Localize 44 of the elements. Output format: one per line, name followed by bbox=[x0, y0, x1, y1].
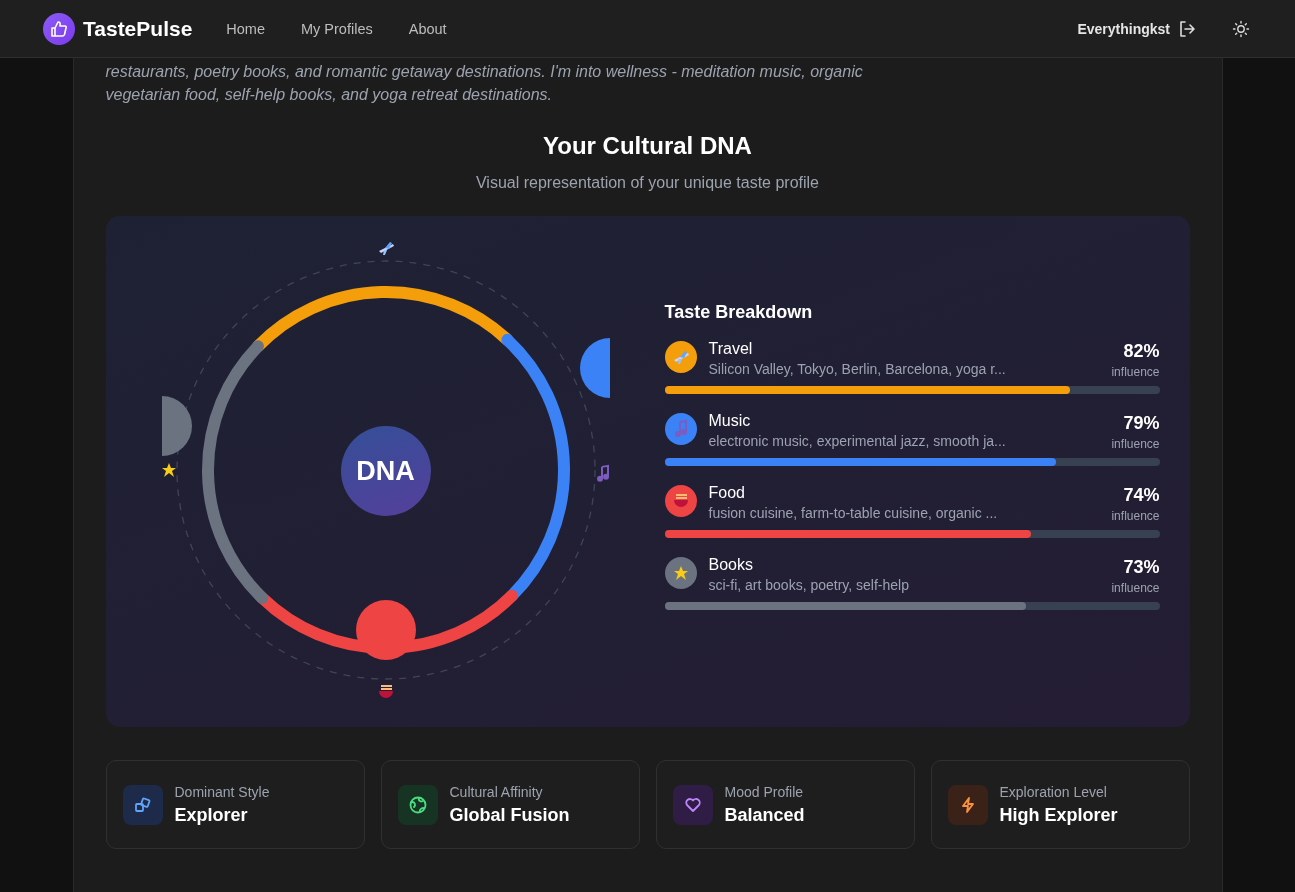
trait-label: Mood Profile bbox=[724, 783, 805, 800]
influence-label: influence bbox=[1111, 437, 1160, 451]
trait-value: High Explorer bbox=[999, 804, 1118, 826]
category-items: electronic music, experimental jazz, smooth ja... bbox=[708, 433, 1007, 449]
star-icon bbox=[673, 566, 688, 580]
user-name: Everythingkst bbox=[1077, 20, 1170, 37]
profile-description: restaurants, poetry books, and romantic getaway destinations. I'm into wellness - meditation music, organic vegetarian food, self-help books, and yoga retreat destinations. bbox=[105, 62, 864, 105]
trait-label: Exploration Level bbox=[999, 783, 1108, 800]
music-note-icon bbox=[596, 464, 609, 482]
category-name: Music bbox=[708, 412, 752, 430]
category-name: Food bbox=[708, 484, 746, 502]
influence-label: influence bbox=[1111, 365, 1160, 379]
section-subtitle: Visual representation of your unique taste profile bbox=[475, 174, 820, 192]
category-items: sci-fi, art books, poetry, self-help bbox=[708, 577, 910, 593]
category-items: Silicon Valley, Tokyo, Berlin, Barcelona, yoga r... bbox=[708, 361, 1007, 377]
influence-percent: 74% bbox=[1122, 485, 1160, 506]
brand-name: TastePulse bbox=[83, 16, 193, 41]
nav-link[interactable]: About bbox=[396, 14, 459, 43]
thumbs-up-logo-icon bbox=[43, 12, 75, 45]
category-name: Books bbox=[708, 556, 754, 574]
noodle-bowl-icon bbox=[673, 494, 688, 507]
trait-value: Explorer bbox=[174, 804, 249, 826]
section-title: Your Cultural DNA bbox=[542, 132, 753, 160]
influence-label: influence bbox=[1111, 581, 1160, 595]
music-note-icon bbox=[674, 420, 687, 437]
influence-percent: 73% bbox=[1122, 557, 1160, 578]
trait-value: Balanced bbox=[724, 804, 805, 826]
nav-link[interactable]: My Profiles bbox=[289, 14, 385, 43]
influence-label: influence bbox=[1111, 509, 1160, 523]
shapes-icon bbox=[133, 795, 152, 814]
category-name: Travel bbox=[708, 340, 754, 358]
trait-label: Dominant Style bbox=[174, 783, 270, 800]
star-icon bbox=[161, 463, 176, 477]
nav-link[interactable]: Home bbox=[214, 14, 277, 43]
influence-percent: 82% bbox=[1122, 341, 1160, 362]
globe-icon bbox=[408, 795, 427, 814]
dna-badge: DNA bbox=[340, 426, 431, 516]
category-items: fusion cuisine, farm-to-table cuisine, organic ... bbox=[708, 505, 999, 521]
heart-icon bbox=[683, 795, 702, 814]
trait-label: Cultural Affinity bbox=[449, 783, 544, 800]
breakdown-title: Taste Breakdown bbox=[664, 302, 814, 323]
noodle-bowl-icon bbox=[378, 685, 393, 698]
trait-value: Global Fusion bbox=[449, 804, 570, 826]
influence-percent: 79% bbox=[1122, 413, 1160, 434]
